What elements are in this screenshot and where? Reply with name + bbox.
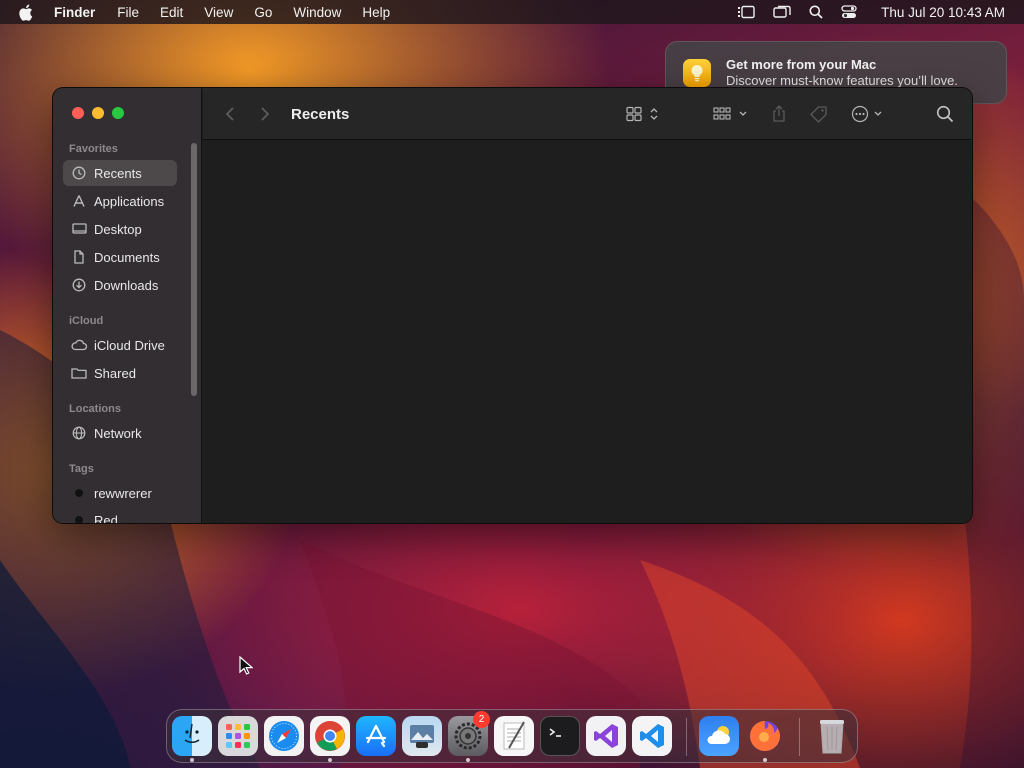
sidebar-item-applications[interactable]: Applications [63, 188, 177, 214]
running-indicator [466, 758, 470, 762]
running-indicator [763, 758, 767, 762]
tag-color-dot-icon [71, 512, 87, 523]
menu-edit[interactable]: Edit [160, 5, 183, 20]
view-mode-grid-icon[interactable] [626, 88, 660, 140]
lightbulb-icon [683, 58, 711, 87]
window-controls [72, 107, 132, 119]
running-indicator [190, 758, 194, 762]
sidebar-item-desktop[interactable]: Desktop [63, 216, 177, 242]
dock-safari-icon[interactable] [264, 716, 304, 756]
document-icon [71, 249, 87, 265]
mouse-cursor-icon [239, 656, 253, 675]
sidebar-scrollbar[interactable] [191, 143, 197, 396]
dock-textedit-icon[interactable] [494, 716, 534, 756]
finder-toolbar: Recents [203, 88, 972, 140]
globe-icon [71, 425, 87, 441]
dock-separator [686, 718, 687, 756]
sidebar-section-icloud: iCloud [69, 315, 104, 327]
share-icon[interactable] [771, 88, 787, 140]
sidebar-item-shared[interactable]: Shared [63, 360, 177, 386]
running-indicator [328, 758, 332, 762]
notification-text: Get more from your Mac Discover must-kno… [726, 57, 958, 88]
menu-app-finder[interactable]: Finder [54, 5, 95, 20]
sidebar-section-locations: Locations [69, 403, 121, 415]
sidebar-item-label: Downloads [94, 277, 159, 293]
dock-app-store-icon[interactable] [356, 716, 396, 756]
system-settings-badge: 2 [473, 711, 490, 728]
menu-bar: Finder File Edit View Go Window Help Thu… [0, 0, 1024, 24]
notification-title: Get more from your Mac [726, 57, 877, 72]
sidebar-item-label: Desktop [94, 221, 142, 237]
clock-icon [71, 165, 87, 181]
desktop-icon [71, 221, 87, 237]
dock-visual-studio-icon[interactable] [586, 716, 626, 756]
apple-menu-icon[interactable] [18, 4, 34, 21]
menu-view[interactable]: View [204, 5, 233, 20]
sidebar-item-label: Network [94, 425, 142, 441]
stage-manager-icon[interactable] [737, 5, 755, 19]
window-title: Recents [291, 105, 350, 123]
sidebar-item-icloud-drive[interactable]: iCloud Drive [63, 332, 177, 358]
finder-content-area[interactable] [203, 141, 972, 523]
notification-body: Discover must-know features you’ll love. [726, 73, 958, 88]
dock-separator [799, 718, 800, 756]
sidebar-item-label: Red [94, 512, 118, 524]
sidebar-item-label: rewwrerer [94, 485, 152, 501]
applications-icon [71, 193, 87, 209]
dock-chrome-icon[interactable] [310, 716, 350, 756]
cloud-icon [71, 337, 87, 353]
menu-file[interactable]: File [117, 5, 139, 20]
tag-icon[interactable] [809, 88, 829, 140]
menu-window[interactable]: Window [293, 5, 341, 20]
minimize-window-button[interactable] [92, 107, 104, 119]
finder-sidebar: Favorites Recents Applications Desktop D… [53, 88, 202, 523]
sidebar-section-tags: Tags [69, 463, 94, 475]
zoom-window-button[interactable] [112, 107, 124, 119]
sidebar-item-recents[interactable]: Recents [63, 160, 177, 186]
menu-go[interactable]: Go [254, 5, 272, 20]
dock-vscode-icon[interactable] [632, 716, 672, 756]
sidebar-item-documents[interactable]: Documents [63, 244, 177, 270]
sidebar-item-label: Recents [94, 165, 142, 181]
dock-terminal-icon[interactable] [540, 716, 580, 756]
dock-trash-icon[interactable] [812, 716, 852, 756]
sidebar-item-tag-red[interactable]: Red [63, 507, 177, 524]
dock-weather-icon[interactable] [699, 716, 739, 756]
sidebar-item-label: iCloud Drive [94, 337, 165, 353]
control-center-icon[interactable] [841, 5, 857, 19]
forward-button[interactable] [260, 88, 270, 140]
sidebar-item-tag-rewwrerer[interactable]: rewwrerer [63, 480, 177, 506]
sidebar-item-label: Shared [94, 365, 136, 381]
dock-firefox-icon[interactable] [745, 716, 785, 756]
dock-finder-icon[interactable] [172, 716, 212, 756]
back-button[interactable] [225, 88, 235, 140]
close-window-button[interactable] [72, 107, 84, 119]
tag-color-dot-icon [71, 485, 87, 501]
dock-launchpad-icon[interactable] [218, 716, 258, 756]
menu-bar-clock[interactable]: Thu Jul 20 10:43 AM [881, 5, 1005, 20]
dock [166, 709, 858, 763]
sidebar-item-label: Applications [94, 193, 165, 209]
sidebar-section-favorites: Favorites [69, 143, 118, 155]
menu-help[interactable]: Help [362, 5, 390, 20]
sidebar-item-network[interactable]: Network [63, 420, 177, 446]
finder-window: Favorites Recents Applications Desktop D… [52, 87, 973, 524]
group-by-icon[interactable] [713, 88, 749, 140]
more-actions-icon[interactable] [851, 88, 885, 140]
download-icon [71, 277, 87, 293]
spotlight-search-icon[interactable] [809, 5, 823, 19]
dock-preview-icon[interactable] [402, 716, 442, 756]
sidebar-item-downloads[interactable]: Downloads [63, 272, 177, 298]
shared-folder-icon [71, 365, 87, 381]
sidebar-item-label: Documents [94, 249, 160, 265]
screen-mirroring-icon[interactable] [773, 5, 791, 19]
search-icon[interactable] [936, 88, 954, 140]
